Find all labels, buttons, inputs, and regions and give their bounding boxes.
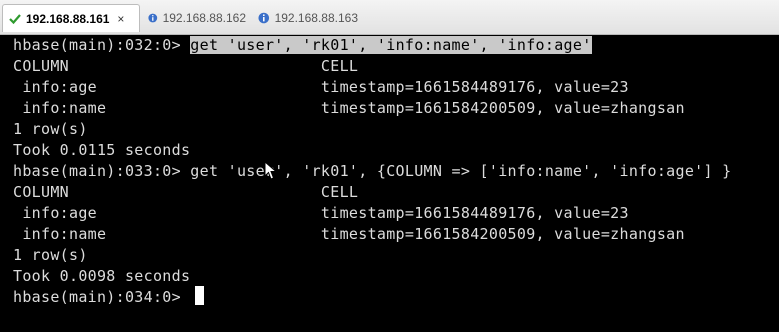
checkmark-icon [9, 13, 21, 24]
terminal-prompt-line: hbase(main):034:0> [13, 288, 191, 306]
selected-command: get 'user', 'rk01', 'info:name', 'info:a… [190, 36, 592, 54]
terminal-line: 1 row(s) [13, 246, 88, 264]
terminal-line: info:age timestamp=1661584489176, value=… [13, 78, 629, 96]
terminal-line: COLUMN CELL [13, 57, 359, 75]
mouse-pointer-icon [264, 161, 278, 180]
tab-bar: 192.168.88.161 × 192.168.88.162 192.168.… [0, 0, 779, 35]
terminal-line: info:name timestamp=1661584200509, value… [13, 99, 685, 117]
terminal-line: 1 row(s) [13, 120, 88, 138]
tab-192-168-88-162[interactable]: 192.168.88.162 [142, 4, 252, 32]
tab-192-168-88-161[interactable]: 192.168.88.161 × [2, 4, 140, 32]
close-tab-button[interactable]: × [117, 12, 124, 26]
terminal-line: Took 0.0098 seconds [13, 267, 191, 285]
terminal-line: Took 0.0115 seconds [13, 141, 191, 159]
terminal-line: info:name timestamp=1661584200509, value… [13, 225, 685, 243]
tab-192-168-88-163[interactable]: 192.168.88.163 [252, 4, 364, 32]
prompt: hbase(main):032:0> [13, 36, 191, 54]
terminal-line: COLUMN CELL [13, 183, 359, 201]
terminal-line: info:age timestamp=1661584489176, value=… [13, 204, 629, 222]
tab-label: 192.168.88.163 [274, 11, 358, 25]
terminal-line: hbase(main):032:0> get 'user', 'rk01', '… [13, 35, 592, 56]
terminal-output[interactable]: hbase(main):032:0> get 'user', 'rk01', '… [0, 35, 779, 332]
text-cursor [195, 286, 204, 305]
info-icon [258, 12, 270, 24]
tab-label: 192.168.88.161 [26, 11, 110, 26]
tab-label: 192.168.88.162 [162, 11, 246, 25]
terminal-line: hbase(main):033:0> get 'user', 'rk01', {… [13, 162, 732, 180]
info-icon [148, 13, 158, 23]
